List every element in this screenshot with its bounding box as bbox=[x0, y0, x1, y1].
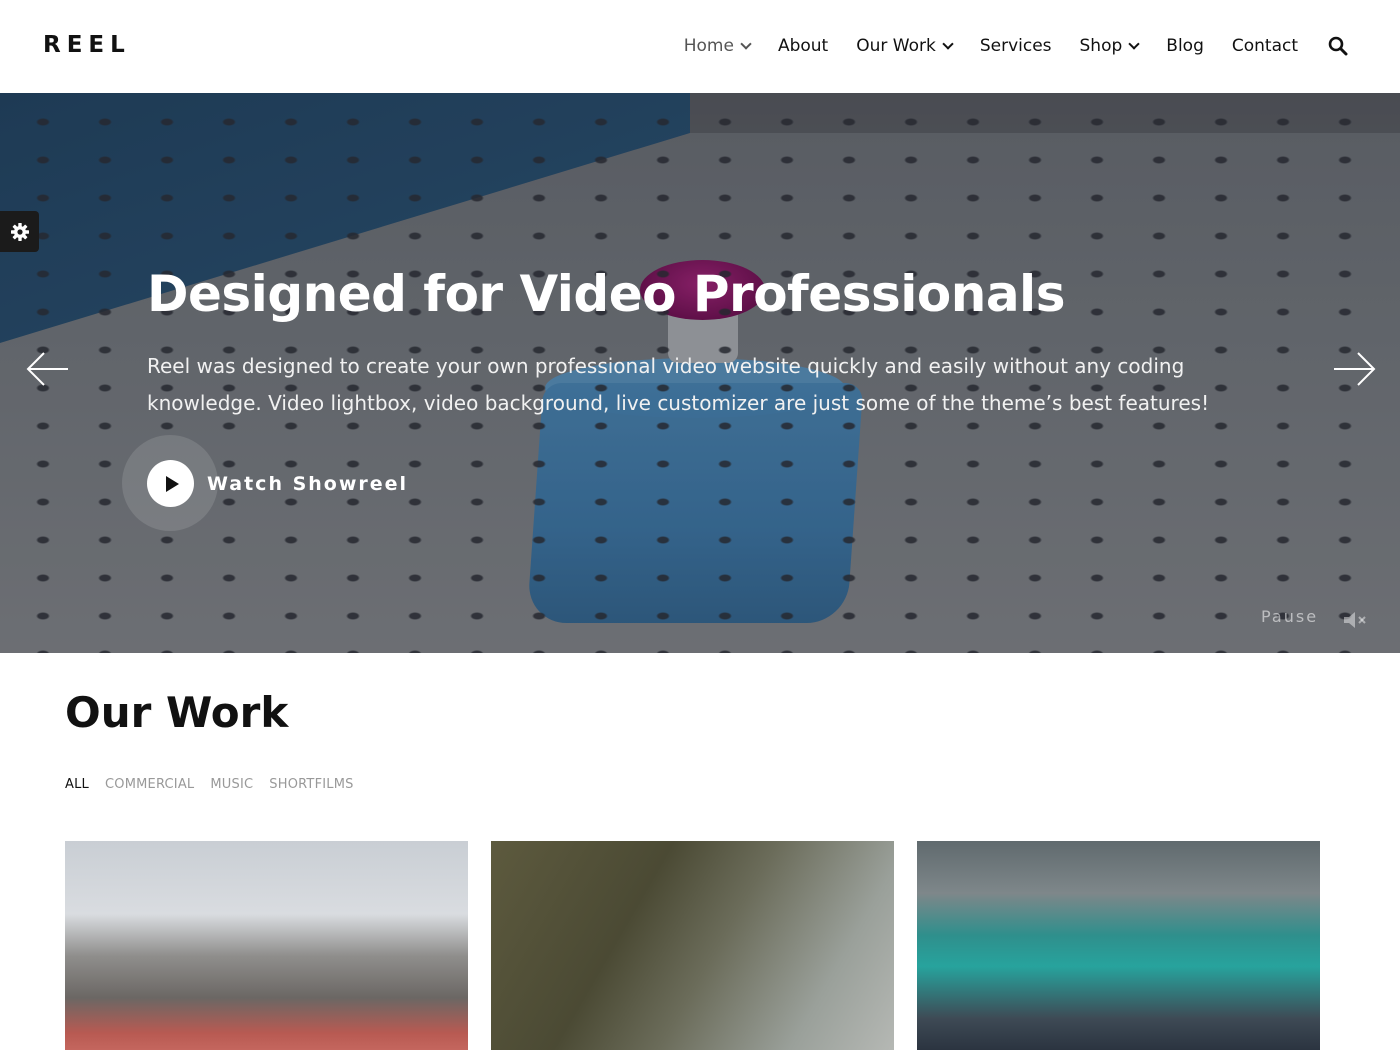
section-title-our-work: Our Work bbox=[65, 688, 289, 737]
nav-item-our-work[interactable]: Our Work bbox=[856, 36, 954, 56]
watch-showreel-label: Watch Showreel bbox=[207, 472, 409, 495]
filter-shortfilms[interactable]: SHORTFILMS bbox=[269, 777, 353, 792]
nav-item-label: About bbox=[777, 36, 829, 56]
work-item-thumbnail[interactable] bbox=[917, 841, 1320, 1050]
nav-item-label: Services bbox=[979, 36, 1052, 56]
nav-item-label: Blog bbox=[1166, 36, 1204, 56]
filter-music[interactable]: MUSIC bbox=[210, 777, 253, 792]
hero-title: Designed for Video Professionals bbox=[147, 265, 1065, 323]
work-filters: ALL COMMERCIAL MUSIC SHORTFILMS bbox=[65, 777, 370, 792]
nav-item-blog[interactable]: Blog bbox=[1166, 36, 1204, 56]
gear-icon[interactable] bbox=[0, 211, 39, 252]
nav-item-contact[interactable]: Contact bbox=[1232, 36, 1298, 56]
work-item-thumbnail[interactable] bbox=[491, 841, 894, 1050]
nav-item-shop[interactable]: Shop bbox=[1079, 36, 1140, 56]
chevron-down-icon bbox=[942, 37, 954, 50]
nav-item-label: Shop bbox=[1079, 36, 1123, 56]
main-nav: Home About Our Work Services Shop Blog C… bbox=[684, 33, 1348, 59]
pause-button[interactable]: Pause bbox=[1261, 607, 1318, 626]
nav-item-label: Contact bbox=[1231, 36, 1298, 56]
hero-description: Reel was designed to create your own pro… bbox=[147, 354, 1210, 415]
arrow-right-icon[interactable] bbox=[1332, 349, 1376, 389]
hero-section: Designed for Video Professionals Reel wa… bbox=[0, 93, 1400, 653]
filter-commercial[interactable]: COMMERCIAL bbox=[105, 777, 194, 792]
nav-item-services[interactable]: Services bbox=[980, 36, 1052, 56]
site-header: REEL Home About Our Work Services Shop B… bbox=[0, 0, 1400, 93]
search-icon[interactable] bbox=[1328, 36, 1348, 56]
nav-item-label: Our Work bbox=[856, 36, 936, 56]
nav-item-label: Home bbox=[683, 36, 734, 56]
play-icon[interactable] bbox=[147, 460, 194, 507]
mute-icon[interactable] bbox=[1342, 609, 1368, 631]
site-logo[interactable]: REEL bbox=[43, 32, 131, 58]
nav-item-about[interactable]: About bbox=[778, 36, 828, 56]
filter-all[interactable]: ALL bbox=[65, 777, 89, 792]
watch-showreel-button[interactable]: Watch Showreel bbox=[122, 435, 409, 531]
nav-item-home[interactable]: Home bbox=[683, 36, 752, 56]
work-item-thumbnail[interactable] bbox=[65, 841, 468, 1050]
chevron-down-icon bbox=[740, 37, 752, 50]
arrow-left-icon[interactable] bbox=[26, 349, 70, 389]
work-grid bbox=[65, 841, 1320, 1050]
chevron-down-icon bbox=[1128, 37, 1140, 50]
